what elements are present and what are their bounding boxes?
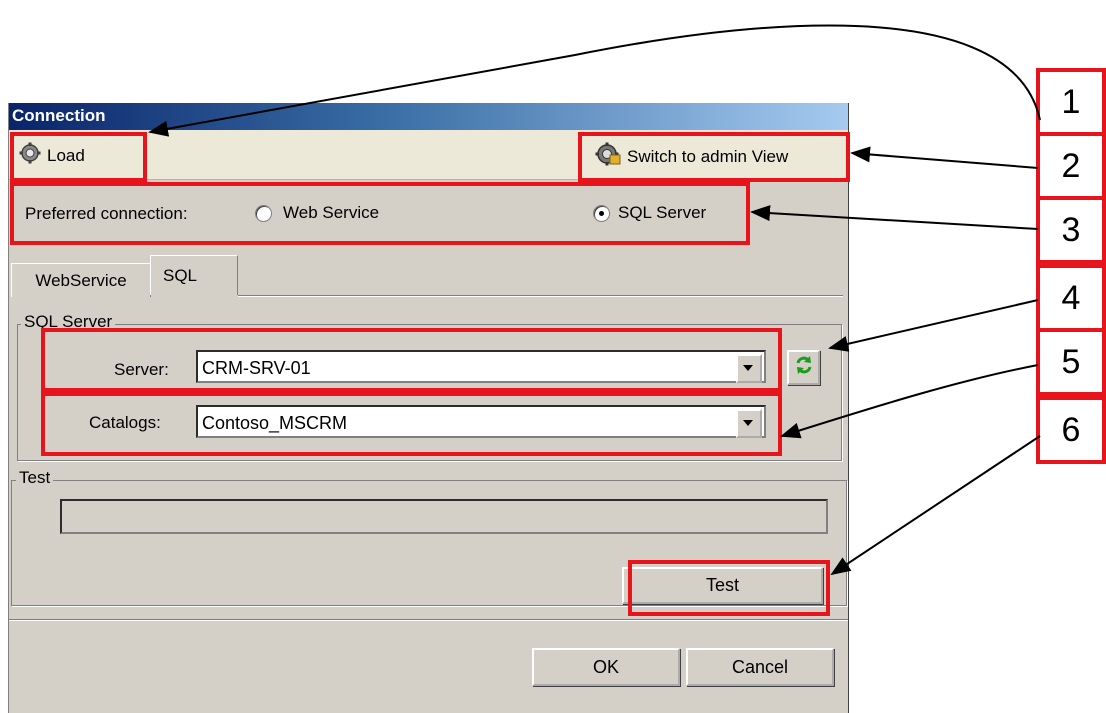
- arrow-5: [780, 364, 1039, 439]
- arrow-3: [750, 205, 1039, 230]
- annotation-arrows: [148, 24, 1041, 576]
- arrow-6: [830, 435, 1041, 576]
- arrow-4: [828, 299, 1039, 352]
- arrow-1: [148, 24, 1041, 137]
- arrow-2: [850, 146, 1039, 169]
